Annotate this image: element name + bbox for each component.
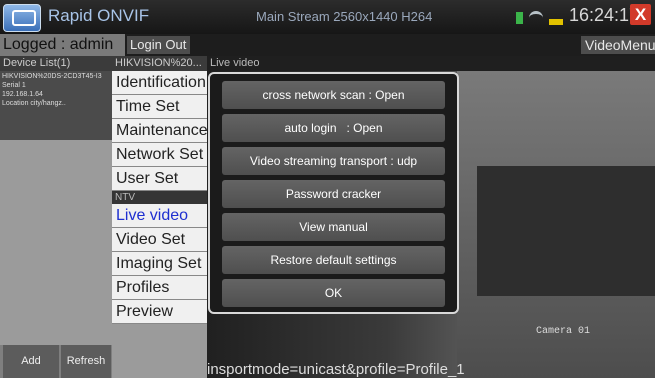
menu-item-user-set[interactable]: User Set (112, 167, 207, 191)
auto-login-button[interactable]: auto login : Open (222, 114, 445, 142)
video-header: Live video (207, 56, 655, 71)
streaming-transport-button[interactable]: Video streaming transport : udp (222, 147, 445, 175)
menu-item-live-video[interactable]: Live video (112, 204, 207, 228)
device-list-header: Device List(1) (0, 56, 112, 71)
menu-item-time-set[interactable]: Time Set (112, 95, 207, 119)
menu-item-identification[interactable]: Identification (112, 71, 207, 95)
video-scene-panel (477, 166, 655, 296)
menu-section-label: NTV (112, 191, 207, 204)
battery-icon (549, 19, 563, 25)
menu-item-preview[interactable]: Preview (112, 300, 207, 324)
device-name: HIKVISION%20DS-2CD3T45-I3 (2, 73, 102, 80)
menu-item-video-set[interactable]: Video Set (112, 228, 207, 252)
title-bar: Rapid ONVIF Main Stream 2560x1440 H264 1… (0, 0, 655, 34)
logged-in-status: Logged : admin (0, 34, 125, 56)
device-location: Location city/hangz.. (2, 100, 66, 107)
settings-menu: HIKVISION%20... Identification Time Set … (112, 56, 208, 378)
clock: 16:24:17 (569, 5, 640, 25)
options-dialog: cross network scan : Open auto login : O… (208, 72, 459, 314)
video-menu-button[interactable]: VideoMenu (581, 36, 655, 54)
menu-item-maintenance[interactable]: Maintenance (112, 119, 208, 143)
device-card[interactable]: HIKVISION%20DS-2CD3T45-I3 Serial 1 192.1… (0, 71, 112, 140)
app-logo-icon (3, 4, 41, 32)
close-button[interactable]: X (630, 4, 651, 25)
cross-network-scan-button[interactable]: cross network scan : Open (222, 81, 445, 109)
signal-icon (516, 12, 523, 24)
view-manual-button[interactable]: View manual (222, 213, 445, 241)
device-list-panel: Device List(1) HIKVISION%20DS-2CD3T45-I3… (0, 56, 112, 378)
stream-url: insportmode=unicast&profile=Profile_1 (207, 361, 465, 378)
wifi-icon (529, 11, 543, 21)
device-serial: Serial 1 (2, 82, 26, 89)
stream-info: Main Stream 2560x1440 H264 (256, 9, 433, 24)
password-cracker-button[interactable]: Password cracker (222, 180, 445, 208)
add-button[interactable]: Add (3, 345, 59, 378)
ok-button[interactable]: OK (222, 279, 445, 307)
refresh-button[interactable]: Refresh (61, 345, 111, 378)
logout-button[interactable]: Login Out (127, 36, 190, 54)
camera-overlay-label: Camera 01 (536, 326, 591, 337)
device-ip: 192.168.1.64 (2, 91, 43, 98)
app-title: Rapid ONVIF (48, 6, 150, 25)
menu-header: HIKVISION%20... (112, 56, 207, 71)
menu-item-network-set[interactable]: Network Set (112, 143, 207, 167)
user-bar: Logged : admin Login Out VideoMenu (0, 34, 655, 56)
menu-item-imaging-set[interactable]: Imaging Set (112, 252, 207, 276)
menu-item-profiles[interactable]: Profiles (112, 276, 207, 300)
device-buttons: Add Refresh (0, 345, 112, 378)
restore-defaults-button[interactable]: Restore default settings (222, 246, 445, 274)
